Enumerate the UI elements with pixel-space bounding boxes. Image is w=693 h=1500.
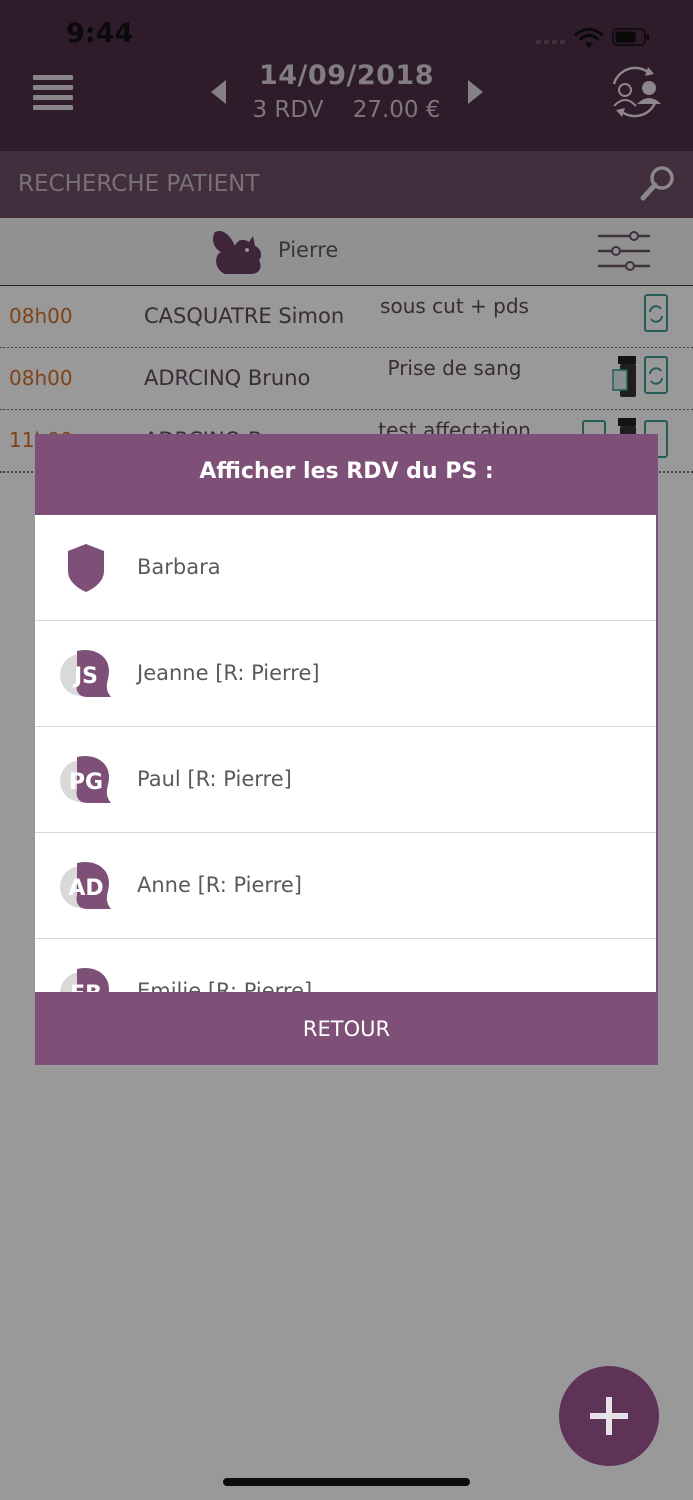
squirrel-initials-icon: PG: [60, 755, 111, 803]
dialog-header: Afficher les RDV du PS :: [35, 434, 658, 515]
ps-option-label: Anne [R: Pierre]: [137, 873, 302, 897]
ps-option-label: Emilie [R: Pierre]: [137, 979, 313, 992]
ps-list[interactable]: Barbara JS Jeanne [R: Pierre] PG Paul [R…: [35, 515, 658, 992]
avatar-initials: AD: [68, 876, 103, 901]
dialog-title: Afficher les RDV du PS :: [199, 459, 494, 484]
squirrel-initials-icon: JS: [60, 649, 111, 697]
avatar-initials: EB: [70, 982, 102, 992]
ps-option-anne[interactable]: AD Anne [R: Pierre]: [35, 833, 656, 939]
squirrel-initials-icon: EB: [60, 968, 109, 992]
avatar-initials: PG: [69, 770, 103, 795]
avatar-initials: JS: [72, 664, 98, 689]
ps-option-label: Paul [R: Pierre]: [137, 767, 292, 791]
back-button[interactable]: RETOUR: [35, 992, 658, 1065]
shield-icon: [68, 544, 104, 592]
squirrel-initials-icon: AD: [60, 861, 111, 909]
ps-option-emilie[interactable]: EB Emilie [R: Pierre]: [35, 939, 656, 992]
ps-option-paul[interactable]: PG Paul [R: Pierre]: [35, 727, 656, 833]
ps-option-label: Barbara: [137, 555, 221, 579]
ps-picker-dialog: Afficher les RDV du PS : Barbara JS Jean…: [35, 434, 658, 1065]
ps-option-jeanne[interactable]: JS Jeanne [R: Pierre]: [35, 621, 656, 727]
plus-icon: [590, 1397, 628, 1435]
ps-option-label: Jeanne [R: Pierre]: [137, 661, 320, 685]
home-indicator[interactable]: [223, 1478, 470, 1486]
ps-option-barbara[interactable]: Barbara: [35, 515, 656, 621]
add-appointment-button[interactable]: [559, 1366, 659, 1466]
